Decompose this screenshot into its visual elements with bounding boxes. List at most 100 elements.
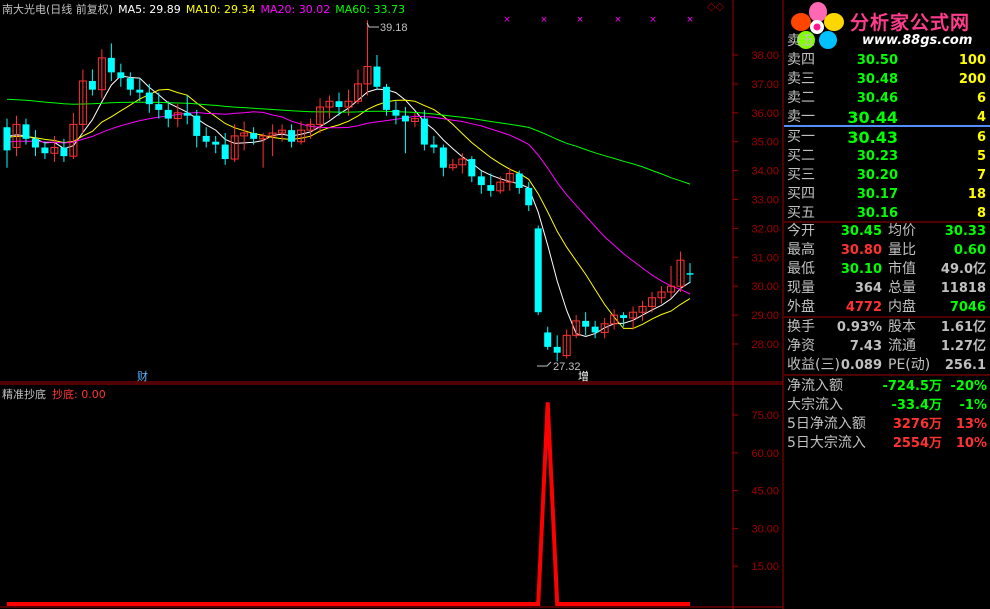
candle-body-down (183, 112, 191, 116)
ma20-line (6, 111, 691, 295)
candle-body-down (88, 81, 96, 90)
money-flow-row[interactable]: 大宗流入 -33.4万 -1% (784, 396, 990, 415)
quote-label: 外盘 (787, 299, 815, 315)
quote-row[interactable]: 最低 30.10 市值 49.0亿 (784, 260, 990, 279)
sell-level-label: 卖四 (787, 52, 815, 68)
price-tick-label: 35.00 (751, 137, 779, 149)
fundamental-row[interactable]: 换手 0.93% 股本 1.61亿 (784, 318, 990, 337)
quote-value: 30.10 (840, 262, 882, 277)
indicator-series (7, 402, 690, 606)
quote-label: 最低 (787, 261, 815, 277)
buy-level-label: 买二 (787, 148, 815, 164)
candle-body-down (212, 141, 220, 145)
indicator-line-path (7, 402, 690, 606)
candle-body-down (60, 147, 68, 157)
candle-body-down (3, 127, 11, 151)
fundamental-label: 流通 (888, 338, 916, 354)
money-flow-row[interactable]: 5日净流入额 3276万 13% (784, 415, 990, 434)
candle-body-down (117, 72, 125, 79)
stock-name[interactable]: 南大光电(日线 前复权) (2, 3, 113, 16)
fundamental-row[interactable]: 收益(三) 0.089 PE(动) 256.1 (784, 356, 990, 375)
candle-body-down (155, 104, 163, 110)
quote-label: 今开 (787, 223, 815, 239)
increase-marker[interactable]: 增 (578, 369, 589, 383)
buy-level-price: 30.20 (856, 168, 898, 183)
candle-body-down (468, 159, 476, 177)
signal-marker: × (649, 15, 657, 25)
buy-level-price: 30.23 (856, 149, 898, 164)
candle-body-down (373, 66, 381, 87)
candle-body-down (107, 57, 115, 73)
candlesticks (3, 20, 694, 362)
candle-body-down (534, 228, 542, 313)
buy-level-price: 30.16 (856, 206, 898, 221)
candle-body-down (31, 138, 39, 148)
buy-level-row[interactable]: 买四 30.17 18 (784, 185, 990, 204)
buy-level-row[interactable]: 买五 30.16 8 (784, 204, 990, 223)
fundamental-row[interactable]: 净资 7.43 流通 1.27亿 (784, 337, 990, 356)
buy-level-row[interactable]: 买三 30.20 7 (784, 166, 990, 185)
quote-value: 30.45 (840, 224, 882, 239)
sell-level-row[interactable]: 卖四 30.50 100 (784, 51, 990, 70)
sell-level-price: 30.50 (856, 53, 898, 68)
sell-level-volume: 200 (958, 72, 986, 87)
quote-value: 11818 (940, 281, 986, 296)
price-tick-label: 28.00 (751, 339, 779, 351)
candle-body-down (686, 273, 694, 275)
ma10-label: MA10: 29.34 (185, 3, 256, 16)
finance-marker[interactable]: 财 (137, 369, 148, 383)
candle-body-down (477, 176, 485, 186)
price-tick-label: 36.00 (751, 108, 779, 120)
quote-row[interactable]: 最高 30.80 量比 0.60 (784, 241, 990, 260)
sell-level-row[interactable]: 卖一 30.44 4 (784, 108, 990, 127)
candle-body-down (525, 187, 533, 206)
money-flow-row[interactable]: 净流入额 -724.5万 -20% (784, 377, 990, 396)
candle-body-down (591, 326, 599, 333)
signal-marker: × (503, 15, 511, 25)
signal-marker: × (576, 15, 584, 25)
buy-level-row[interactable]: 买二 30.23 5 (784, 147, 990, 166)
money-flow-label: 大宗流入 (787, 397, 843, 413)
sell-level-row[interactable]: 卖五 (784, 32, 990, 51)
sell-level-row[interactable]: 卖三 30.48 200 (784, 70, 990, 89)
buy-level-label: 买三 (787, 167, 815, 183)
indicator-name[interactable]: 精准抄底 (2, 388, 46, 401)
money-flow-percent: 10% (955, 436, 987, 451)
high-annotation: 39.18 (366, 22, 408, 34)
chart-header: 南大光电(日线 前复权) MA5: 29.89 MA10: 29.34 MA20: 3… (2, 1, 410, 17)
buy-level-label: 买四 (787, 186, 815, 202)
buy-level-price: 30.43 (847, 128, 898, 147)
price-tick-label: 34.00 (751, 166, 779, 178)
buy-level-row[interactable]: 买一 30.43 6 (784, 128, 990, 147)
sell-level-volume: 100 (958, 53, 986, 68)
money-flow-label: 净流入额 (787, 378, 843, 394)
buy-level-label: 买一 (787, 129, 815, 145)
candle-body-down (487, 185, 495, 191)
buy-level-volume: 18 (967, 187, 986, 202)
sell-level-row[interactable]: 卖二 30.46 6 (784, 89, 990, 108)
window-icons[interactable]: ◇◇ (707, 0, 724, 13)
quote-value: 30.33 (944, 224, 986, 239)
money-flow-value: -724.5万 (882, 379, 942, 394)
fundamental-label: 股本 (888, 319, 916, 335)
sell-level-label: 卖一 (787, 109, 815, 125)
quote-value: 364 (854, 281, 882, 296)
quote-row[interactable]: 外盘 4772 内盘 7046 (784, 298, 990, 317)
indicator-tick-label: 45.00 (751, 486, 779, 498)
candle-body-down (136, 89, 144, 93)
fundamental-value: 256.1 (944, 358, 986, 373)
indicator-tick-label: 15.00 (751, 561, 779, 573)
quote-value: 0.60 (953, 243, 986, 258)
ma5-label: MA5: 29.89 (118, 3, 181, 16)
low-label: 27.32 (553, 361, 581, 373)
fundamental-value: 7.43 (849, 339, 882, 354)
quote-row[interactable]: 今开 30.45 均价 30.33 (784, 222, 990, 241)
low-annotation: 27.32 (537, 361, 581, 373)
candle-body-down (202, 135, 210, 142)
money-flow-row[interactable]: 5日大宗流入 2554万 10% (784, 434, 990, 453)
price-tick-label: 31.00 (751, 252, 779, 264)
quote-row[interactable]: 现量 364 总量 11818 (784, 279, 990, 298)
quote-label: 现量 (787, 280, 815, 296)
quote-panel: 卖五 卖四 30.50 100 卖三 30.48 200 卖二 30.46 6 卖一 30.44 4 买… (784, 0, 990, 609)
ma10-line (6, 88, 691, 329)
